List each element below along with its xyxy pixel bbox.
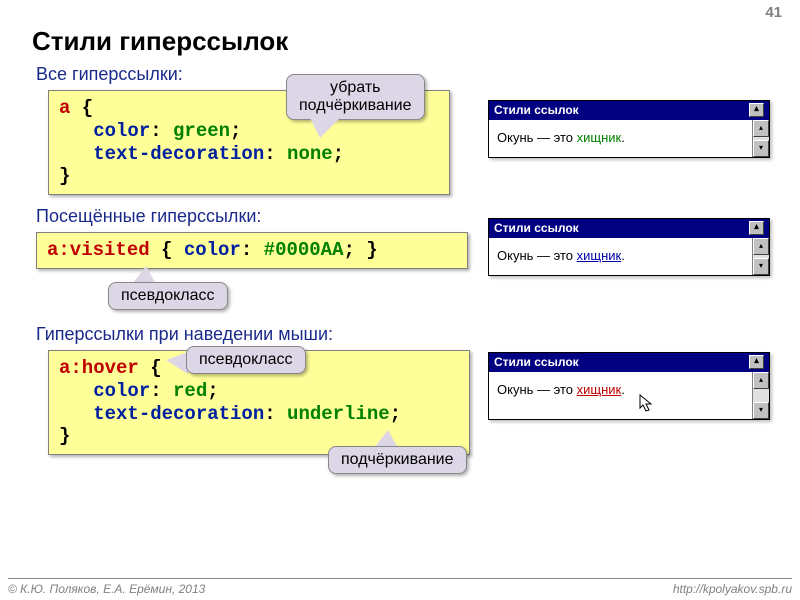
prop-text-decoration-2: text-decoration [59, 403, 264, 425]
val-underline: underline [287, 403, 390, 425]
scrollbar[interactable]: ▴ ▾ [752, 120, 769, 157]
val-none: none [287, 143, 333, 165]
sentence-prefix: Окунь — это [497, 130, 577, 145]
scroll-up-icon[interactable]: ▴ [753, 120, 769, 137]
callout-pseudoclass-2: псевдокласс [186, 346, 306, 374]
up-icon-3[interactable]: ▴ [749, 355, 764, 369]
prop-text-decoration: text-decoration [59, 143, 264, 165]
val-hex: #0000AA [264, 239, 344, 261]
prop-color-3: color [59, 380, 150, 402]
window-titlebar-3: Стили ссылок ▴ [489, 353, 769, 372]
callout-remove-underline: убрать подчёркивание [286, 74, 425, 120]
sentence-prefix-3: Окунь — это [497, 382, 577, 397]
selector-a: a [59, 97, 70, 119]
sentence-prefix-2: Окунь — это [497, 248, 577, 263]
scroll-down-icon-2[interactable]: ▾ [753, 258, 769, 275]
heading-all-links: Все гиперссылки: [36, 64, 183, 85]
code-block-visited: a:visited { color: #0000AA; } [36, 232, 468, 269]
callout-tail [310, 118, 340, 138]
cursor-icon [639, 394, 655, 414]
browser-window-1: Стили ссылок ▴ Окунь — это хищник. ▴ ▾ [488, 100, 770, 158]
browser-window-2: Стили ссылок ▴ Окунь — это хищник. ▴ ▾ [488, 218, 770, 276]
footer: © К.Ю. Поляков, Е.А. Ерёмин, 2013 http:/… [8, 578, 792, 596]
prop-color-2: color [184, 239, 241, 261]
copyright: © К.Ю. Поляков, Е.А. Ерёмин, 2013 [8, 582, 205, 596]
footer-url: http://kpolyakov.spb.ru [673, 582, 792, 596]
window-title-text-3: Стили ссылок [494, 355, 579, 369]
selector-hover: a:hover [59, 357, 139, 379]
val-red: red [173, 380, 207, 402]
window-body: Окунь — это хищник. ▴ ▾ [489, 120, 769, 157]
scroll-down-icon[interactable]: ▾ [753, 140, 769, 157]
scroll-up-icon-2[interactable]: ▴ [753, 238, 769, 255]
up-icon-2[interactable]: ▴ [749, 221, 764, 235]
scroll-up-icon-3[interactable]: ▴ [753, 372, 769, 389]
browser-window-3: Стили ссылок ▴ Окунь — это хищник. ▴ ▾ [488, 352, 770, 420]
scrollbar-2[interactable]: ▴ ▾ [752, 238, 769, 275]
hyperlink-hover[interactable]: хищник [577, 382, 622, 397]
val-green: green [173, 120, 230, 142]
window-title-text: Стили ссылок [494, 103, 579, 117]
selector-visited: a:visited [47, 239, 150, 261]
heading-visited: Посещённые гиперссылки: [36, 206, 261, 227]
callout-tail-3 [166, 352, 188, 374]
scroll-down-icon-3[interactable]: ▾ [753, 402, 769, 419]
hyperlink-green[interactable]: хищник [577, 130, 622, 145]
hyperlink-visited[interactable]: хищник [577, 248, 622, 263]
window-body-3: Окунь — это хищник. ▴ ▾ [489, 372, 769, 419]
up-icon[interactable]: ▴ [749, 103, 764, 117]
window-title-text-2: Стили ссылок [494, 221, 579, 235]
heading-hover: Гиперссылки при наведении мыши: [36, 324, 333, 345]
window-titlebar-2: Стили ссылок ▴ [489, 219, 769, 238]
page-title: Стили гиперссылок [32, 26, 288, 57]
callout-pseudoclass-1: псевдокласс [108, 282, 228, 310]
callout-underline: подчёркивание [328, 446, 467, 474]
page-number: 41 [765, 4, 782, 21]
prop-color: color [59, 120, 150, 142]
window-body-2: Окунь — это хищник. ▴ ▾ [489, 238, 769, 275]
scrollbar-3[interactable]: ▴ ▾ [752, 372, 769, 419]
window-titlebar: Стили ссылок ▴ [489, 101, 769, 120]
